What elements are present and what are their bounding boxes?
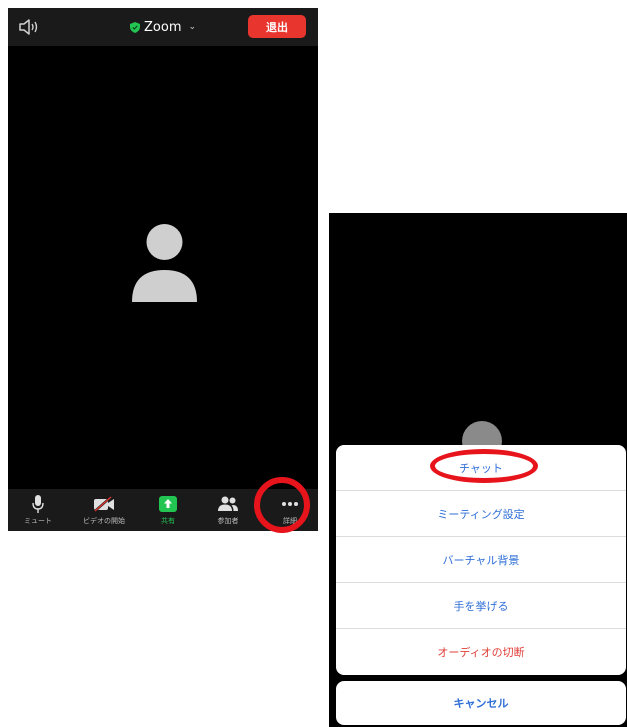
- share-screen-icon: [159, 495, 177, 513]
- participants-button[interactable]: 参加者: [200, 489, 256, 531]
- meeting-title[interactable]: Zoom ⌄: [130, 17, 196, 37]
- meeting-title-label: Zoom: [144, 19, 182, 35]
- participants-icon: [217, 495, 239, 513]
- start-video-button[interactable]: ビデオの開始: [73, 489, 135, 531]
- share-button[interactable]: 共有: [140, 489, 196, 531]
- highlight-ring-more: [254, 477, 310, 533]
- microphone-icon: [32, 495, 44, 513]
- menu-item-raise-hand[interactable]: 手を挙げる: [336, 583, 626, 629]
- avatar-placeholder-icon: [132, 224, 197, 302]
- highlight-ring-chat: [430, 449, 538, 483]
- video-off-icon: [93, 495, 115, 513]
- menu-item-virtual-background[interactable]: バーチャル背景: [336, 537, 626, 583]
- chevron-down-icon: ⌄: [188, 22, 197, 32]
- participants-label: 参加者: [217, 517, 239, 525]
- leave-button[interactable]: 退出: [248, 15, 306, 38]
- more-menu-screen: チャット ミーティング設定 バーチャル背景 手を挙げる オーディオの切断 キャン…: [329, 213, 627, 727]
- speaker-icon[interactable]: [18, 18, 40, 36]
- screenshot-canvas: Zoom ⌄ 退出 ミュート ビデオの開始 共有 参加者 詳細 チャット ミーテ…: [0, 0, 627, 727]
- menu-item-disconnect-audio[interactable]: オーディオの切断: [336, 629, 626, 675]
- meeting-header: Zoom ⌄ 退出: [8, 8, 318, 46]
- start-video-label: ビデオの開始: [83, 517, 125, 525]
- meeting-screen: Zoom ⌄ 退出 ミュート ビデオの開始 共有 参加者 詳細: [8, 8, 318, 531]
- share-label: 共有: [161, 517, 175, 525]
- mute-label: ミュート: [24, 517, 52, 525]
- mute-button[interactable]: ミュート: [10, 489, 66, 531]
- menu-item-meeting-settings[interactable]: ミーティング設定: [336, 491, 626, 537]
- cancel-button[interactable]: キャンセル: [336, 681, 626, 725]
- shield-icon: [130, 21, 140, 33]
